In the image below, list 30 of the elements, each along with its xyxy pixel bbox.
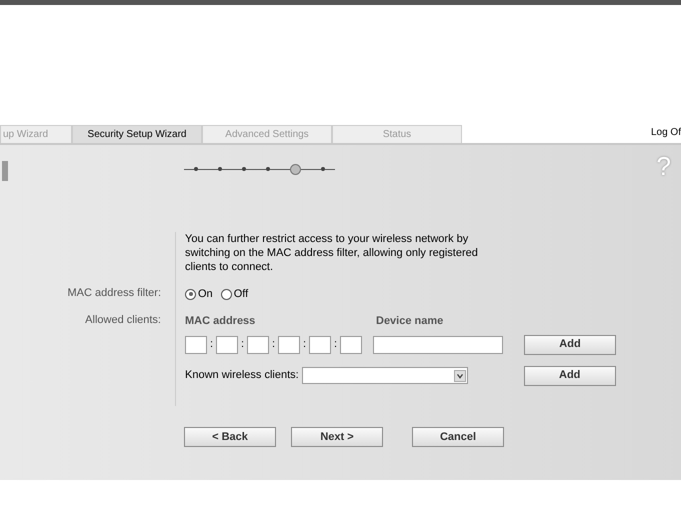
scroll-marker — [2, 161, 8, 181]
mac-octet-field[interactable] — [216, 336, 238, 354]
separator-text: : — [332, 337, 338, 352]
radio-option[interactable]: On — [185, 286, 213, 302]
separator-text: : — [270, 337, 276, 352]
action-button[interactable]: Cancel — [412, 426, 504, 447]
mac-octet-field[interactable] — [309, 336, 331, 354]
chevron-down-icon — [454, 370, 466, 382]
description-text: You can further restrict access to your wireless network by switching on the MAC address filter, allowing only registered clients to connect. — [185, 232, 479, 274]
mac-octet-field[interactable] — [340, 336, 362, 354]
column-heading: Device name — [376, 314, 444, 329]
field-label: Known wireless clients: — [185, 368, 299, 384]
tab[interactable]: Security Setup Wizard — [72, 125, 202, 143]
action-button[interactable]: Add — [524, 334, 616, 354]
field-label: MAC address filter: — [67, 286, 161, 301]
action-button[interactable]: < Back — [184, 426, 276, 447]
radio-option[interactable]: Off — [220, 286, 248, 302]
mac-octet-field[interactable] — [278, 336, 300, 354]
device-name-field[interactable] — [373, 336, 503, 354]
action-button[interactable]: Next > — [291, 426, 383, 447]
separator-text: : — [240, 337, 246, 352]
mac-octet-field[interactable] — [247, 336, 269, 354]
log-off-link[interactable]: Log Of — [650, 125, 681, 140]
known-clients-dropdown[interactable] — [302, 367, 468, 384]
mac-octet-field[interactable] — [185, 336, 207, 354]
column-heading: MAC address — [185, 314, 256, 329]
separator-text: : — [208, 337, 214, 352]
field-label: Allowed clients: — [85, 313, 161, 328]
separator-text: : — [302, 337, 308, 352]
action-button[interactable]: Add — [524, 366, 616, 386]
